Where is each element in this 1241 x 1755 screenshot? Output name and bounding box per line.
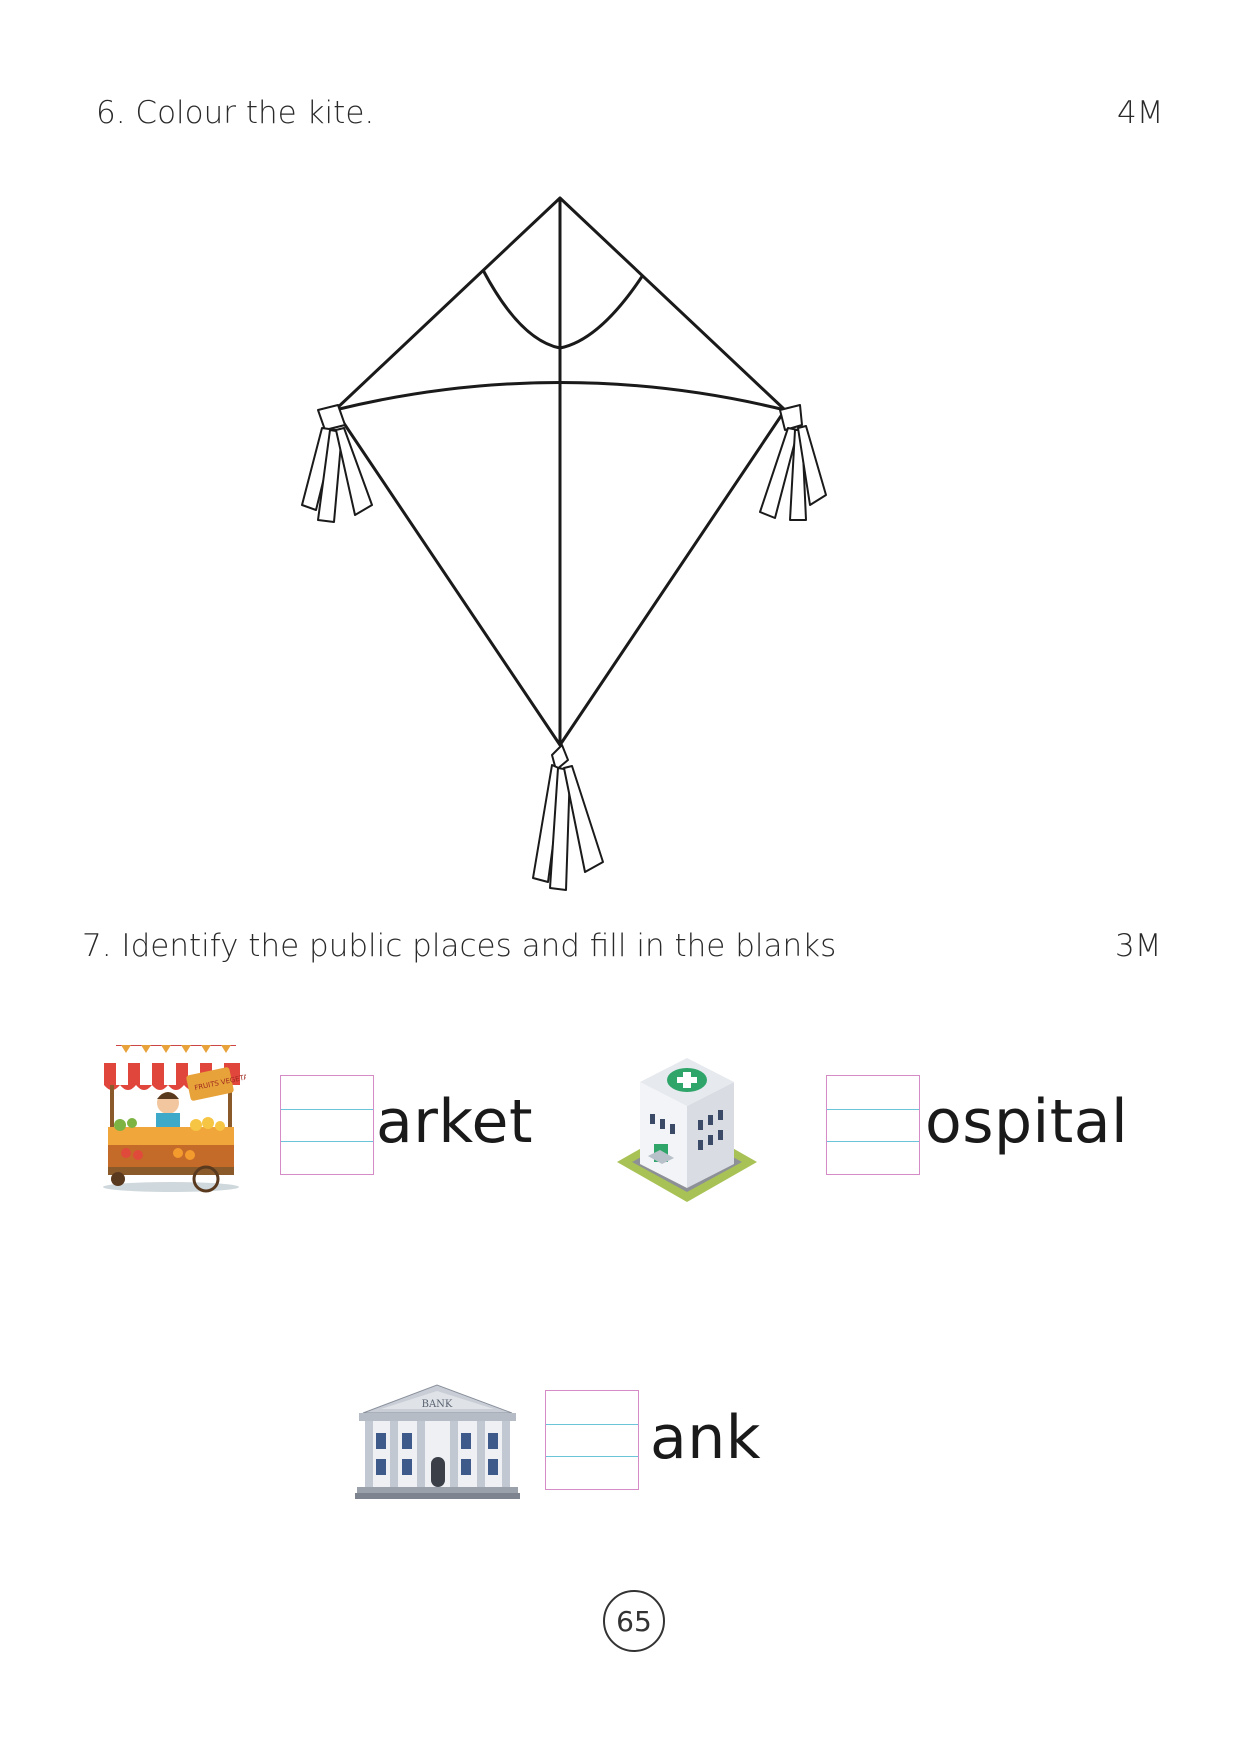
guide-line xyxy=(546,1456,638,1457)
guide-line xyxy=(281,1109,373,1110)
guide-line xyxy=(827,1109,919,1110)
blank-box-market[interactable] xyxy=(280,1075,374,1175)
page-number: 65 xyxy=(603,1590,665,1652)
word-ospital: ospital xyxy=(925,1087,1129,1157)
guide-line xyxy=(546,1424,638,1425)
question-7-title: 7. Identify the public places and fill i… xyxy=(82,928,837,964)
kite-left-tassel xyxy=(301,404,373,523)
blank-box-bank[interactable] xyxy=(545,1390,639,1490)
hospital-building-image xyxy=(617,1058,757,1202)
guide-line xyxy=(827,1141,919,1142)
guide-line xyxy=(281,1141,373,1142)
bank-building-image: BANK xyxy=(355,1384,520,1499)
word-ank: ank xyxy=(650,1403,762,1473)
blank-box-hospital[interactable] xyxy=(826,1075,920,1175)
bank-sign-text: BANK xyxy=(422,1399,453,1410)
word-arket: arket xyxy=(376,1087,533,1157)
kite-bottom-tassel xyxy=(532,744,604,891)
kite-right-tassel xyxy=(759,404,827,521)
question-7-marks: 3M xyxy=(1115,928,1162,964)
kite-top-arc xyxy=(481,269,645,350)
market-stall-image: FRUITS VEGETABLES xyxy=(103,1045,246,1193)
kite-outline[interactable] xyxy=(0,0,1241,940)
